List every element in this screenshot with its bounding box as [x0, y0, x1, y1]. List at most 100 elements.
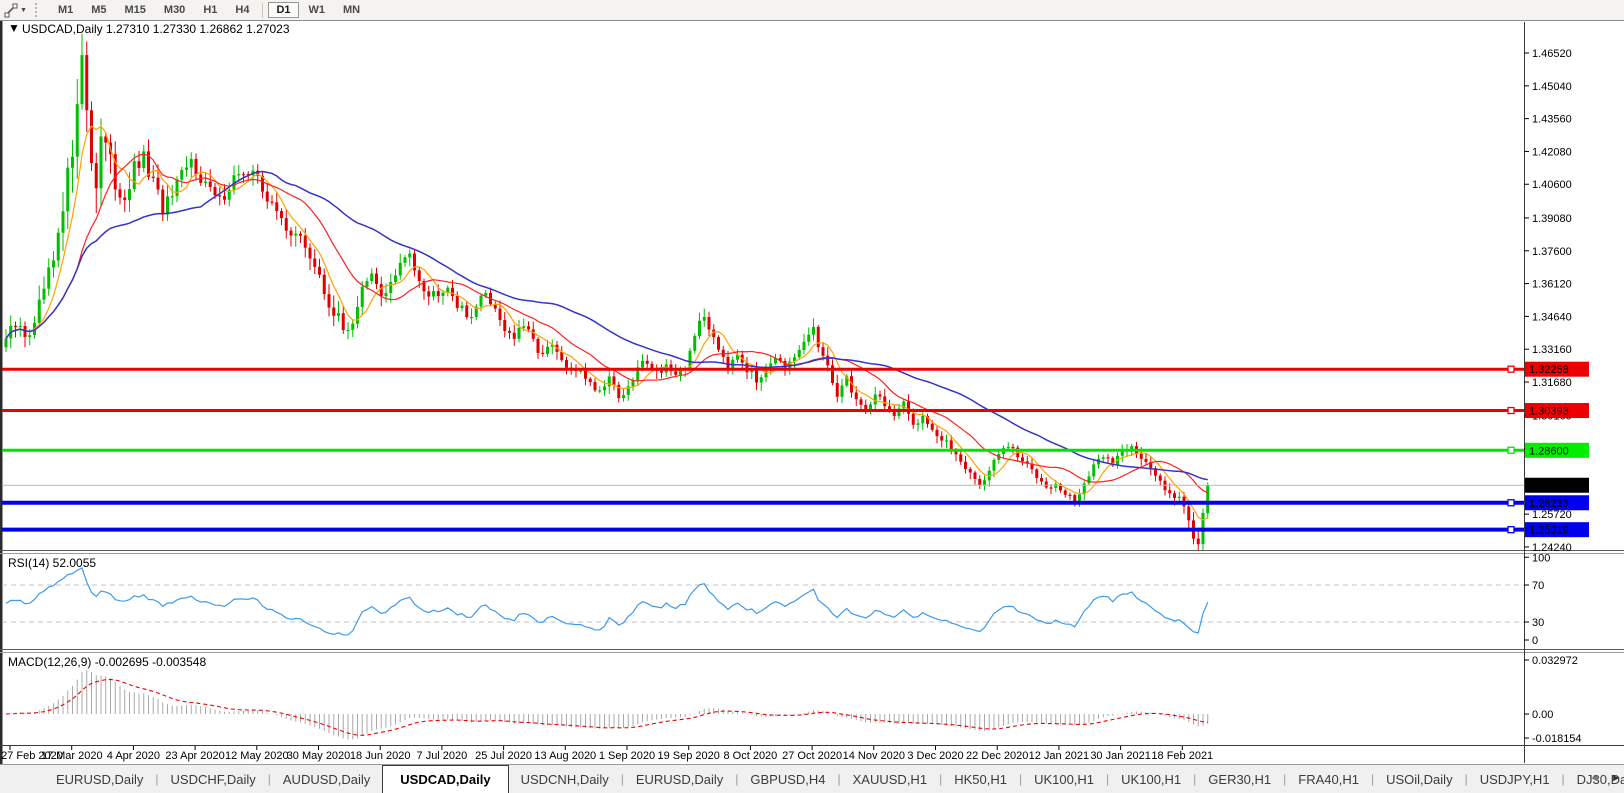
tab-uk100-h1[interactable]: UK100,H1	[1022, 765, 1106, 793]
candle-body	[589, 379, 592, 382]
candle-body	[613, 376, 616, 384]
candle-body	[703, 317, 706, 321]
tab-usdjpy-h1[interactable]: USDJPY,H1	[1468, 765, 1562, 793]
timeframe-button-m5[interactable]: M5	[83, 2, 114, 18]
tab-hk50-h1[interactable]: HK50,H1	[942, 765, 1019, 793]
candle-body	[437, 291, 440, 296]
date-axis-label: 4 Apr 2020	[107, 750, 160, 762]
candle-body	[332, 308, 335, 316]
candle-body	[1159, 476, 1162, 481]
tab-xauusd-h1[interactable]: XAUUSD,H1	[841, 765, 939, 793]
candle-body	[641, 361, 644, 368]
tab-usdcad-daily[interactable]: USDCAD,Daily	[382, 765, 508, 793]
level-anchor-marker	[1508, 366, 1514, 372]
candle-body	[674, 371, 677, 375]
tab-uk100-h1[interactable]: UK100,H1	[1109, 765, 1193, 793]
candle-body	[546, 347, 549, 354]
price-axis-tick-label: 1.25720	[1532, 509, 1572, 521]
candle-body	[290, 231, 293, 236]
candle-body	[693, 336, 696, 351]
tab-fra40-h1[interactable]: FRA40,H1	[1286, 765, 1371, 793]
candle-body	[1012, 447, 1015, 448]
candle-body	[351, 324, 354, 330]
price-axis-tick-label: 1.33160	[1532, 344, 1572, 356]
candle-body	[195, 159, 198, 175]
tab-audusd-daily[interactable]: AUDUSD,Daily	[271, 765, 382, 793]
candle-body	[660, 371, 663, 373]
date-axis-label: 23 Apr 2020	[165, 750, 224, 762]
candle-body	[328, 294, 331, 307]
candle-body	[100, 136, 103, 188]
tab-usdcnh-daily[interactable]: USDCNH,Daily	[509, 765, 621, 793]
candle-body	[43, 289, 46, 300]
candle-body	[76, 104, 79, 156]
candle-body	[52, 260, 55, 267]
candle-body	[389, 282, 392, 293]
candle-body	[950, 440, 953, 449]
candle-body	[499, 309, 502, 320]
tab-ger30-h1[interactable]: GER30,H1	[1196, 765, 1283, 793]
candle-body	[218, 195, 221, 196]
tab-usdchf-daily[interactable]: USDCHF,Daily	[159, 765, 268, 793]
candle-body	[940, 436, 943, 440]
timeframe-button-d1[interactable]: D1	[268, 2, 298, 18]
candle-body	[214, 187, 217, 195]
timeframe-button-m1[interactable]: M1	[50, 2, 81, 18]
candle-body	[760, 377, 763, 382]
candle-body	[1040, 478, 1043, 482]
price-axis-tick-label: 1.42080	[1532, 146, 1572, 158]
chart-cursor-icon[interactable]	[3, 2, 19, 18]
tab-gbpusd-h4[interactable]: GBPUSD,H4	[738, 765, 837, 793]
candle-body	[204, 181, 207, 182]
candle-body	[603, 386, 606, 390]
timeframe-button-w1[interactable]: W1	[301, 2, 334, 18]
chevron-down-icon[interactable]: ▼	[20, 7, 27, 14]
candle-body	[337, 313, 340, 316]
timeframe-button-m30[interactable]: M30	[156, 2, 193, 18]
timeframe-button-m15[interactable]: M15	[117, 2, 154, 18]
candle-body	[157, 178, 160, 190]
candle-body	[917, 423, 920, 424]
timeframe-button-mn[interactable]: MN	[335, 2, 368, 18]
tab-scroll-left-icon[interactable]: ◄	[1589, 773, 1599, 784]
candle-body	[807, 335, 810, 342]
price-axis-tick-label: 1.37600	[1532, 246, 1572, 258]
candlestick-series	[5, 34, 1210, 554]
tab-scroll-right-icon[interactable]: ►	[1611, 773, 1621, 784]
candle-body	[394, 275, 397, 282]
candle-body	[579, 371, 582, 372]
timeframe-button-h4[interactable]: H4	[227, 2, 257, 18]
candle-body	[1035, 469, 1038, 478]
timeframe-toolbar: ▼ M1M5M15M30H1H4 D1W1MN	[0, 0, 1624, 21]
candle-body	[370, 273, 373, 281]
candle-body	[822, 347, 825, 356]
macd-label: MACD(12,26,9) -0.002695 -0.003548	[8, 655, 206, 669]
candle-body	[304, 236, 307, 248]
candle-body	[119, 189, 122, 197]
candle-body	[632, 380, 635, 386]
candle-body	[883, 396, 886, 406]
candle-body	[812, 327, 815, 335]
candle-body	[171, 196, 174, 197]
price-axis-tick-label: 1.31680	[1532, 377, 1572, 389]
tab-eurusd-daily[interactable]: EURUSD,Daily	[624, 765, 735, 793]
tab-eurusd-daily[interactable]: EURUSD,Daily	[44, 765, 155, 793]
candle-body	[594, 382, 597, 390]
candle-body	[427, 291, 430, 296]
candle-body	[1045, 482, 1048, 488]
date-axis-label: 22 Dec 2020	[966, 750, 1028, 762]
timeframe-button-h1[interactable]: H1	[195, 2, 225, 18]
rsi-line	[6, 568, 1208, 635]
candle-body	[418, 270, 421, 281]
candle-body	[912, 414, 915, 425]
tab-usoil-daily[interactable]: USOil,Daily	[1374, 765, 1464, 793]
price-axis-tick-label: 1.46520	[1532, 48, 1572, 60]
candle-body	[1145, 459, 1148, 462]
chart-canvas[interactable]: 1.465201.450401.435601.420801.406001.390…	[0, 0, 1624, 793]
chart-collapse-caret[interactable]: ▼	[8, 21, 20, 35]
toolbar-grip[interactable]	[35, 3, 41, 17]
candle-body	[978, 479, 981, 485]
candle-body	[19, 326, 22, 327]
candle-body	[152, 177, 155, 178]
candle-body	[560, 352, 563, 360]
